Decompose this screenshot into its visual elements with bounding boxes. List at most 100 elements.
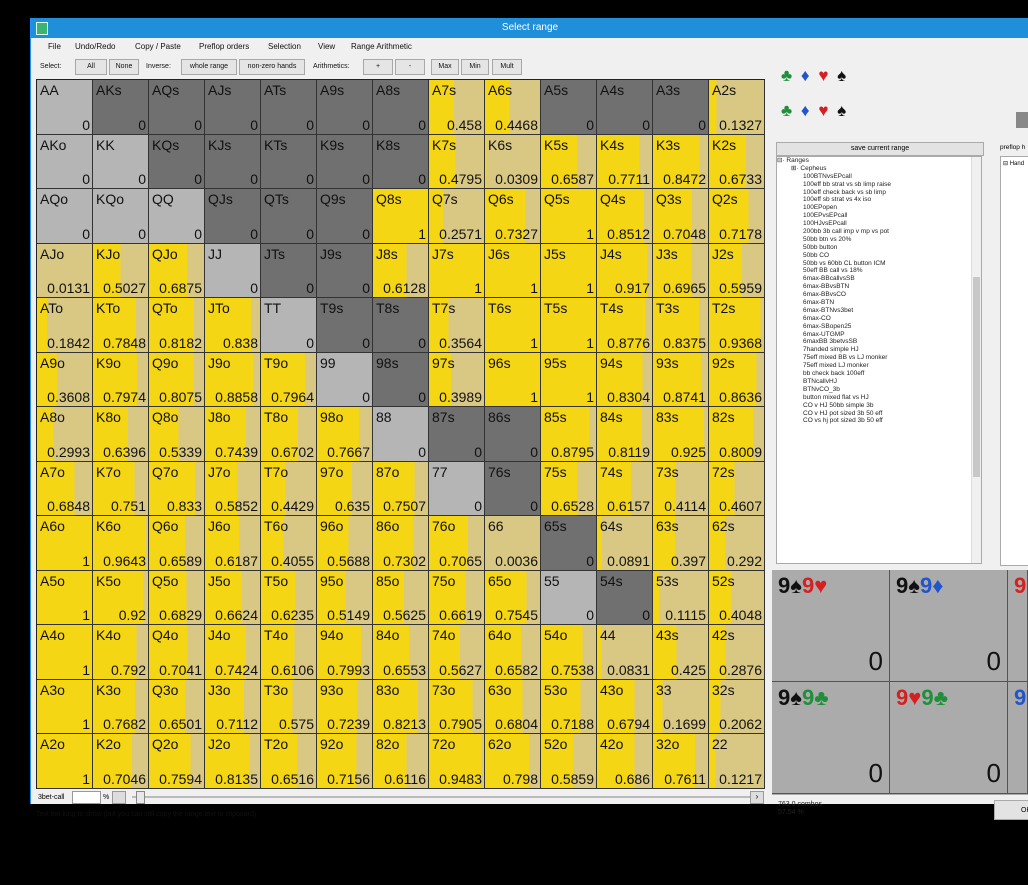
hand-cell[interactable]: J7s 1 (429, 243, 485, 299)
hand-cell[interactable]: 87o 0.7507 (373, 461, 429, 517)
hand-cell[interactable]: 97o 0.635 (317, 461, 373, 517)
tree-item-range[interactable]: 6max-UTGMP (777, 331, 981, 339)
hand-cell[interactable]: 65s 0 (541, 516, 597, 571)
combo-card-partial[interactable]: 9 (1008, 570, 1028, 682)
hand-cell[interactable]: QJs 0 (205, 189, 261, 244)
hand-cell[interactable]: Q7s 0.2571 (429, 189, 485, 244)
club-icon[interactable]: ♣ (781, 66, 794, 85)
tree-item-range[interactable]: 50bb btn vs 20% (777, 236, 981, 244)
hand-cell[interactable]: 98o 0.7667 (317, 407, 373, 462)
hand-cell[interactable]: 76s 0 (485, 461, 541, 517)
hand-cell[interactable]: 54o 0.7538 (541, 625, 597, 680)
hand-cell[interactable]: A8s 0 (373, 80, 429, 135)
select-all-button[interactable]: All (75, 59, 107, 75)
hand-cell[interactable]: 82s 0.8009 (709, 407, 765, 462)
inverse-whole-range-button[interactable]: whole range (181, 59, 237, 75)
hand-cell[interactable]: T2o 0.6516 (261, 734, 317, 789)
hand-cell[interactable]: 96s 1 (485, 352, 541, 408)
hand-cell[interactable]: ATo 0.1842 (37, 298, 93, 353)
hand-cell[interactable]: 84s 0.8119 (597, 407, 653, 462)
hand-cell[interactable]: Q3o 0.6501 (149, 679, 205, 735)
hand-cell[interactable]: AKo 0 (37, 134, 93, 190)
hand-cell[interactable]: JJ 0 (205, 243, 261, 299)
hand-cell[interactable]: Q8o 0.5339 (149, 407, 205, 462)
mult-button[interactable]: Mult (492, 59, 522, 75)
hand-cell[interactable]: 33 0.1699 (653, 679, 709, 735)
hand-cell[interactable]: 97s 0.3989 (429, 352, 485, 408)
tree-scrollbar-thumb[interactable] (973, 277, 980, 477)
hand-cell[interactable]: Q6o 0.6589 (149, 516, 205, 571)
hand-cell[interactable]: Q2s 0.7178 (709, 189, 765, 244)
hand-cell[interactable]: 64s 0.0891 (597, 516, 653, 571)
hand-cell[interactable]: A7s 0.458 (429, 80, 485, 135)
hand-cell[interactable]: KTo 0.7848 (93, 298, 149, 353)
hand-cell[interactable]: AKs 0 (93, 80, 149, 135)
percent-input[interactable] (72, 791, 101, 804)
hand-cell[interactable]: K3o 0.7682 (93, 679, 149, 735)
hand-cell[interactable]: 73o 0.7905 (429, 679, 485, 735)
hand-cell[interactable]: J8o 0.7439 (205, 407, 261, 462)
hand-cell[interactable]: A8o 0.2993 (37, 407, 93, 462)
hand-cell[interactable]: T2s 0.9368 (709, 298, 765, 353)
hand-cell[interactable]: J3s 0.6965 (653, 243, 709, 299)
hand-cell[interactable]: 62s 0.292 (709, 516, 765, 571)
tree-item-range[interactable]: 100EPvsEPcall (777, 212, 981, 220)
hand-cell[interactable]: AJs 0 (205, 80, 261, 135)
inverse-non-zero-button[interactable]: non-zero hands (239, 59, 305, 75)
hand-cell[interactable]: 32o 0.7611 (653, 734, 709, 789)
hand-cell[interactable]: 86o 0.7302 (373, 516, 429, 571)
hand-cell[interactable]: 53o 0.7188 (541, 679, 597, 735)
hand-cell[interactable]: QTs 0 (261, 189, 317, 244)
hand-cell[interactable]: 76o 0.7065 (429, 516, 485, 571)
hand-cell[interactable]: 73s 0.4114 (653, 461, 709, 517)
hand-cell[interactable]: Q5s 1 (541, 189, 597, 244)
hand-cell[interactable]: Q3s 0.7048 (653, 189, 709, 244)
hand-cell[interactable]: TT 0 (261, 298, 317, 353)
hand-cell[interactable]: 66 0.0036 (485, 516, 541, 571)
hand-cell[interactable]: K9o 0.7974 (93, 352, 149, 408)
hand-cell[interactable]: AQs 0 (149, 80, 205, 135)
hand-tree-root[interactable]: ⊟ Hand (1001, 157, 1028, 170)
hand-cell[interactable]: J3o 0.7112 (205, 679, 261, 735)
hand-cell[interactable]: 32s 0.2062 (709, 679, 765, 735)
hand-cell[interactable]: T3s 0.8375 (653, 298, 709, 353)
hand-cell[interactable]: 95o 0.5149 (317, 570, 373, 626)
hand-cell[interactable]: 42o 0.686 (597, 734, 653, 789)
menu-view[interactable]: View (318, 42, 335, 51)
tree-item-range[interactable]: 200bb 3b call imp v mp vs pot (777, 228, 981, 236)
hand-cell[interactable]: JTo 0.838 (205, 298, 261, 353)
hand-cell[interactable]: Q5o 0.6829 (149, 570, 205, 626)
hand-cell[interactable]: 88 0 (373, 407, 429, 462)
hand-cell[interactable]: 77 0 (429, 461, 485, 517)
tree-scrollbar[interactable] (971, 157, 981, 563)
tree-item-range[interactable]: 50bb vs 60bb CL button ICM (777, 260, 981, 268)
tree-item-range[interactable]: button mixed flat vs HJ (777, 394, 981, 402)
tree-item-range[interactable]: 100eff sb strat vs 4x iso (777, 196, 981, 204)
menu-undo-redo[interactable]: Undo/Redo (75, 42, 115, 51)
hand-cell[interactable]: 55 0 (541, 570, 597, 626)
hand-cell[interactable]: K8o 0.6396 (93, 407, 149, 462)
menu-file[interactable]: File (48, 42, 61, 51)
diamond-icon[interactable]: ♦ (801, 101, 812, 120)
tree-item-range[interactable]: 100BTNvsEPcall (777, 173, 981, 181)
hand-cell[interactable]: 95s 1 (541, 352, 597, 408)
tree-item-range[interactable]: 100EPopen (777, 204, 981, 212)
hand-cell[interactable]: K5s 0.6587 (541, 134, 597, 190)
hand-cell[interactable]: 52s 0.4048 (709, 570, 765, 626)
max-button[interactable]: Max (431, 59, 459, 75)
hand-cell[interactable]: A2s 0.1327 (709, 80, 765, 135)
hand-cell[interactable]: AQo 0 (37, 189, 93, 244)
combo-card-partial[interactable]: 9 (1008, 682, 1028, 794)
hand-cell[interactable]: Q4s 0.8512 (597, 189, 653, 244)
hand-cell[interactable]: JTs 0 (261, 243, 317, 299)
tree-item-range[interactable]: 100eff bb strat vs sb limp raise (777, 181, 981, 189)
hand-cell[interactable]: Q2o 0.7594 (149, 734, 205, 789)
hand-cell[interactable]: T5s 1 (541, 298, 597, 353)
hand-cell[interactable]: 85o 0.5625 (373, 570, 429, 626)
hand-cell[interactable]: T8o 0.6702 (261, 407, 317, 462)
ok-button[interactable]: OK (994, 800, 1028, 820)
tree-item-range[interactable]: 100eff check back vs sb limp (777, 189, 981, 197)
hand-cell[interactable]: J6o 0.6187 (205, 516, 261, 571)
tree-item-range[interactable]: 50bb CO (777, 252, 981, 260)
hand-cell[interactable]: J5s 1 (541, 243, 597, 299)
